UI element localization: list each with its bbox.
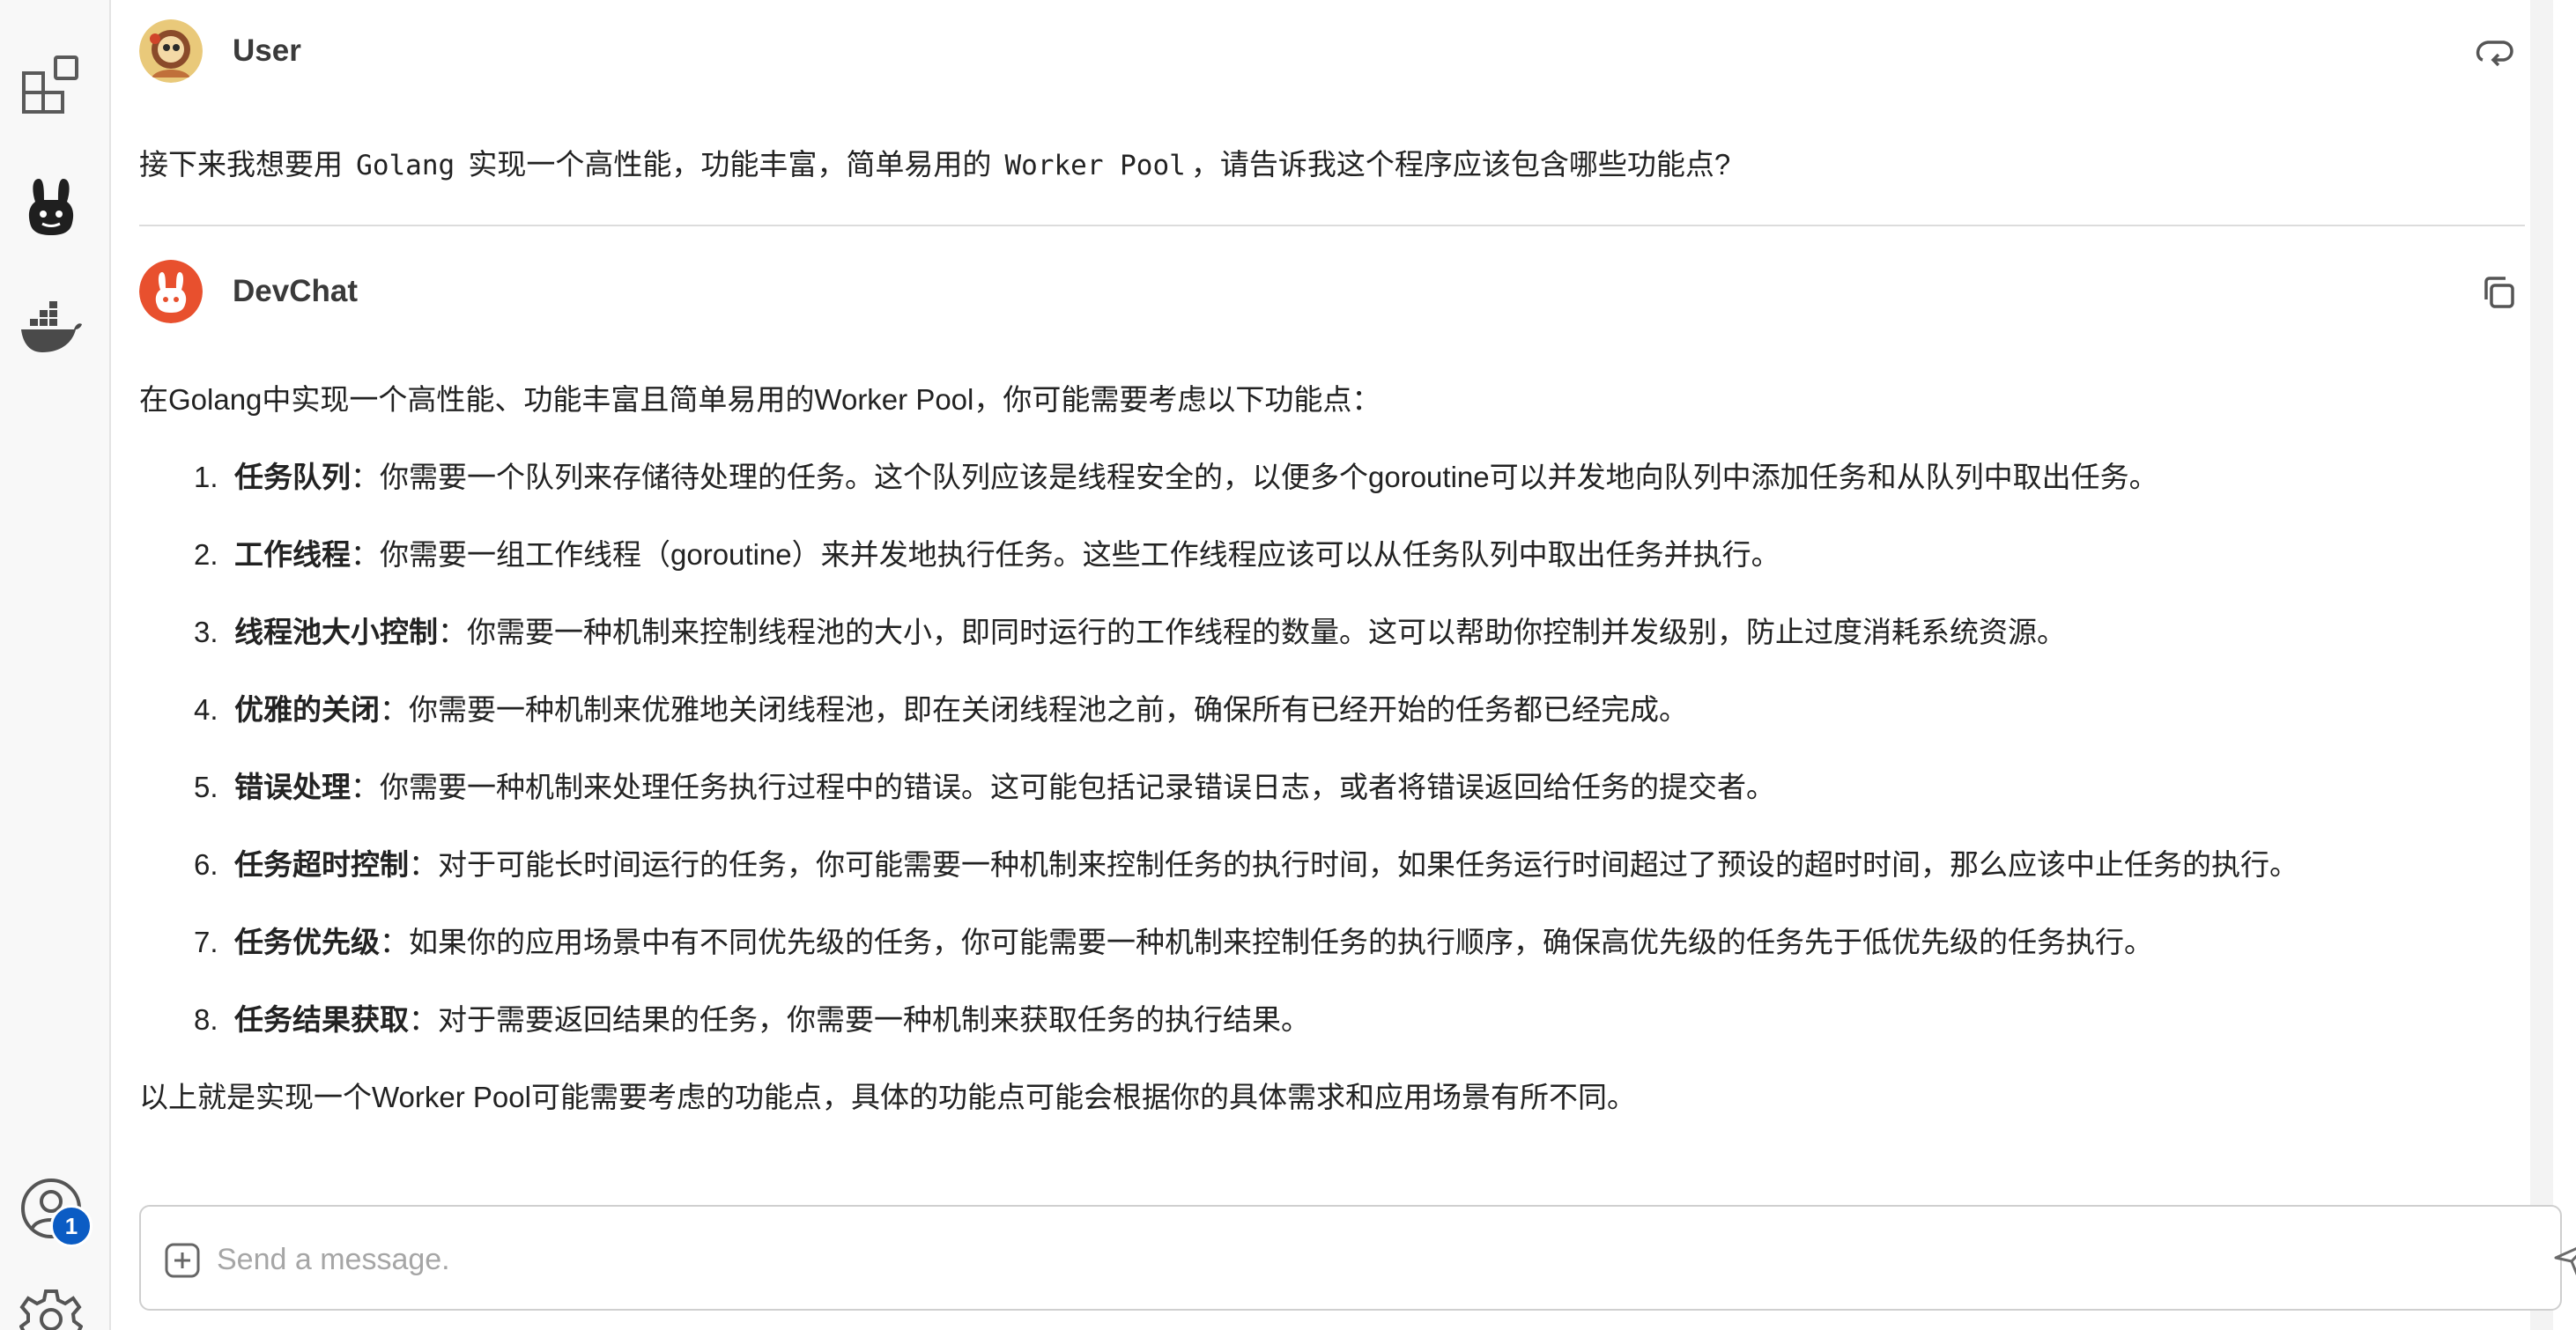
message-divider — [139, 225, 2525, 226]
regenerate-icon[interactable] — [2470, 28, 2520, 78]
bot-conclusion: 以上就是实现一个Worker Pool可能需要考虑的功能点，具体的功能点可能会根… — [139, 1081, 1636, 1113]
user-text-part: 接下来我想要用 — [139, 148, 343, 181]
feature-list: 1. 任务队列：你需要一个队列来存储待处理的任务。这个队列应该是线程安全的，以便多… — [139, 458, 2298, 1039]
docker-whale-icon[interactable] — [18, 294, 85, 361]
bot-sender-name: DevChat — [233, 274, 358, 308]
extensions-icon[interactable] — [18, 51, 85, 118]
feature-item: 3. 线程池大小控制：你需要一种机制来控制线程池的大小，即同时运行的工作线程的数量… — [139, 613, 2298, 652]
feature-number: 4. — [194, 693, 218, 726]
feature-item: 4. 优雅的关闭：你需要一种机制来优雅地关闭线程池，即在关闭线程池之前，确保所有已… — [139, 691, 2298, 729]
feature-title: 任务超时控制 — [234, 848, 409, 881]
scrollbar[interactable] — [2530, 0, 2553, 1330]
feature-title: 优雅的关闭 — [234, 693, 380, 726]
feature-number: 7. — [194, 926, 218, 958]
feature-number: 3. — [194, 616, 218, 648]
devchat-avatar — [139, 260, 203, 323]
feature-number: 5. — [194, 771, 218, 803]
user-text-part: 实现一个高性能，功能丰富，简单易用的 — [468, 148, 992, 181]
user-message-header: User — [139, 19, 301, 83]
feature-desc: ：你需要一组工作线程（goroutine）来并发地执行任务。这些工作线程应该可以… — [351, 538, 1780, 571]
accounts-badge: 1 — [50, 1205, 93, 1247]
send-icon[interactable] — [2553, 1240, 2576, 1279]
bot-intro: 在Golang中实现一个高性能、功能丰富且简单易用的Worker Pool，你可… — [139, 383, 1381, 416]
feature-desc: ：你需要一个队列来存储待处理的任务。这个队列应该是线程安全的，以便多个gorou… — [351, 461, 2158, 493]
user-message-text: 接下来我想要用 Golang 实现一个高性能，功能丰富，简单易用的 Worker… — [139, 141, 1730, 183]
copy-icon[interactable] — [2474, 268, 2523, 317]
feature-item: 8. 任务结果获取：对于需要返回结果的任务，你需要一种机制来获取任务的执行结果。 — [139, 1001, 2298, 1039]
devchat-bunny-icon[interactable] — [18, 173, 85, 240]
add-context-icon[interactable] — [164, 1242, 201, 1279]
feature-number: 1. — [194, 461, 218, 493]
feature-number: 2. — [194, 538, 218, 571]
user-text-code: Golang — [356, 150, 455, 181]
feature-title: 任务优先级 — [234, 926, 380, 958]
bot-message-body: 在Golang中实现一个高性能、功能丰富且简单易用的Worker Pool，你可… — [139, 381, 2298, 1117]
feature-number: 8. — [194, 1003, 218, 1036]
feature-title: 线程池大小控制 — [234, 616, 438, 648]
settings-gear-icon[interactable] — [18, 1286, 85, 1330]
feature-item: 2. 工作线程：你需要一组工作线程（goroutine）来并发地执行任务。这些工作… — [139, 536, 2298, 574]
user-avatar — [139, 19, 203, 83]
activity-bar: 1 — [0, 0, 111, 1330]
feature-desc: ：你需要一种机制来处理任务执行过程中的错误。这可能包括记录错误日志，或者将错误返… — [351, 771, 1775, 803]
feature-desc: ：你需要一种机制来优雅地关闭线程池，即在关闭线程池之前，确保所有已经开始的任务都… — [380, 693, 1688, 726]
feature-title: 工作线程 — [234, 538, 351, 571]
feature-item: 1. 任务队列：你需要一个队列来存储待处理的任务。这个队列应该是线程安全的，以便多… — [139, 458, 2298, 497]
user-sender-name: User — [233, 33, 301, 68]
feature-title: 任务队列 — [234, 461, 351, 493]
feature-desc: ：你需要一种机制来控制线程池的大小，即同时运行的工作线程的数量。这可以帮助你控制… — [438, 616, 2066, 648]
feature-item: 6. 任务超时控制：对于可能长时间运行的任务，你可能需要一种机制来控制任务的执行时… — [139, 846, 2298, 884]
feature-desc: ：对于可能长时间运行的任务，你可能需要一种机制来控制任务的执行时间，如果任务运行… — [409, 848, 2298, 881]
feature-desc: ：对于需要返回结果的任务，你需要一种机制来获取任务的执行结果。 — [409, 1003, 1310, 1036]
feature-title: 错误处理 — [234, 771, 351, 803]
message-input[interactable] — [217, 1233, 2419, 1286]
feature-title: 任务结果获取 — [234, 1003, 409, 1036]
feature-desc: ：如果你的应用场景中有不同优先级的任务，你可能需要一种机制来控制任务的执行顺序，… — [380, 926, 2153, 958]
feature-item: 5. 错误处理：你需要一种机制来处理任务执行过程中的错误。这可能包括记录错误日志，… — [139, 768, 2298, 807]
feature-item: 7. 任务优先级：如果你的应用场景中有不同优先级的任务，你可能需要一种机制来控制任… — [139, 923, 2298, 962]
user-text-code: Worker Pool — [1004, 150, 1186, 181]
chat-panel: User 接下来我想要用 Golang 实现一个高性能，功能丰富，简单易用的 W… — [113, 0, 2576, 1330]
message-input-box — [139, 1205, 2576, 1311]
feature-number: 6. — [194, 848, 218, 881]
bot-message-header: DevChat — [139, 260, 358, 323]
user-text-part: ，请告诉我这个程序应该包含哪些功能点? — [1190, 148, 1731, 181]
